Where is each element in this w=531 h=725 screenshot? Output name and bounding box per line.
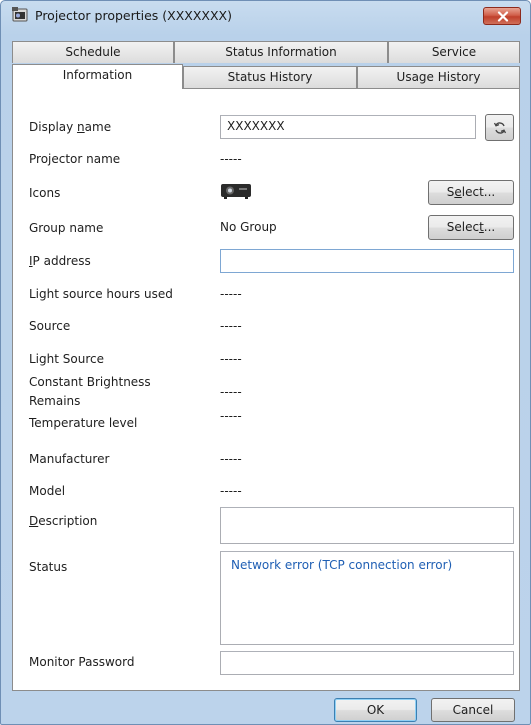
constant-brightness-label-line2: Remains	[29, 394, 81, 408]
ip-address-input[interactable]	[220, 249, 514, 273]
source-label: Source	[29, 319, 71, 333]
refresh-icon	[493, 122, 507, 134]
properties-window: Projector properties (XXXXXXX) Schedule …	[0, 0, 531, 725]
refresh-button[interactable]	[485, 114, 514, 141]
ip-address-label: IP address	[29, 254, 91, 268]
monitor-password-label: Monitor Password	[29, 655, 135, 669]
status-textarea[interactable]: Network error (TCP connection error)	[220, 551, 514, 645]
tab-status-information[interactable]: Status Information	[174, 41, 388, 63]
cancel-button[interactable]: Cancel	[431, 698, 515, 722]
temperature-level-value: -----	[220, 409, 242, 423]
light-source-hours-value: -----	[220, 287, 242, 301]
temperature-level-label: Temperature level	[29, 416, 138, 430]
group-select-button[interactable]: Select...	[428, 215, 514, 240]
status-label: Status	[29, 560, 68, 574]
ok-button[interactable]: OK	[334, 698, 417, 722]
description-label: Description	[29, 514, 98, 528]
description-input[interactable]	[220, 507, 514, 544]
projector-name-label: Projector name	[29, 152, 121, 166]
tab-information[interactable]: Information	[12, 64, 183, 89]
display-name-input[interactable]: XXXXXXX	[220, 115, 476, 139]
constant-brightness-label-line1: Constant Brightness	[29, 375, 151, 389]
model-value: -----	[220, 484, 242, 498]
group-name-value: No Group	[220, 220, 277, 234]
projector-window-icon	[11, 6, 29, 24]
monitor-password-input[interactable]	[220, 651, 514, 675]
tab-usage-history[interactable]: Usage History	[357, 66, 520, 88]
display-name-label: Display name	[29, 120, 112, 134]
light-source-label: Light Source	[29, 352, 104, 366]
projector-name-value: -----	[220, 152, 242, 166]
light-source-hours-label: Light source hours used	[29, 287, 173, 301]
icons-label: Icons	[29, 186, 61, 200]
group-name-label: Group name	[29, 221, 104, 235]
projector-icon	[220, 180, 252, 203]
tab-service[interactable]: Service	[388, 41, 520, 63]
title-bar[interactable]: Projector properties (XXXXXXX)	[1, 1, 530, 31]
close-button[interactable]	[483, 7, 521, 25]
manufacturer-value: -----	[220, 452, 242, 466]
constant-brightness-value: -----	[220, 385, 242, 399]
window-title: Projector properties (XXXXXXX)	[35, 8, 232, 23]
tab-status-history[interactable]: Status History	[183, 66, 357, 88]
icons-select-button[interactable]: Select...	[428, 180, 514, 205]
tab-schedule[interactable]: Schedule	[12, 41, 174, 63]
manufacturer-label: Manufacturer	[29, 452, 110, 466]
model-label: Model	[29, 484, 66, 498]
source-value: -----	[220, 319, 242, 333]
close-icon	[497, 11, 509, 22]
light-source-value: -----	[220, 352, 242, 366]
